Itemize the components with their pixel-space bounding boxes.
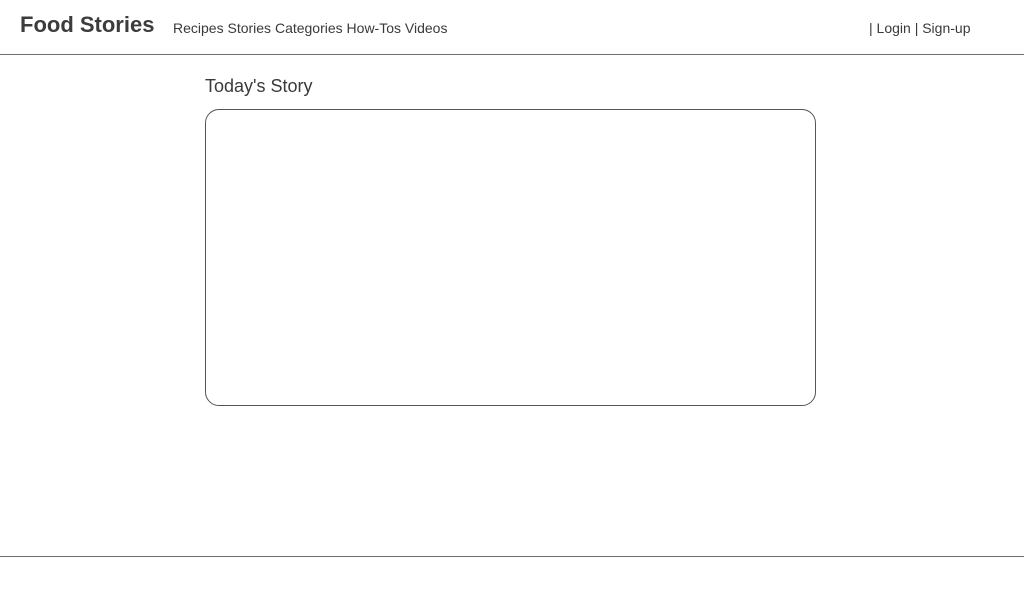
nav-stories[interactable]: Stories — [227, 20, 271, 36]
auth-links: | Login | Sign-up — [869, 20, 970, 36]
signup-link[interactable]: Sign-up — [922, 20, 970, 36]
todays-story-heading: Today's Story — [205, 76, 313, 96]
login-link[interactable]: Login — [877, 20, 911, 36]
site-logo-title[interactable]: Food Stories — [20, 12, 154, 38]
nav-how-tos[interactable]: How-Tos — [347, 20, 401, 36]
todays-story-card[interactable] — [205, 109, 816, 406]
nav-videos[interactable]: Videos — [405, 20, 448, 36]
auth-separator: | — [914, 20, 919, 36]
nav-categories[interactable]: Categories — [275, 20, 343, 36]
auth-separator: | — [869, 20, 873, 36]
main-nav: Recipes Stories Categories How-Tos Video… — [173, 20, 447, 36]
footer-divider — [0, 556, 1024, 557]
site-header: Food Stories Recipes Stories Categories … — [0, 0, 1024, 55]
nav-recipes[interactable]: Recipes — [173, 20, 224, 36]
